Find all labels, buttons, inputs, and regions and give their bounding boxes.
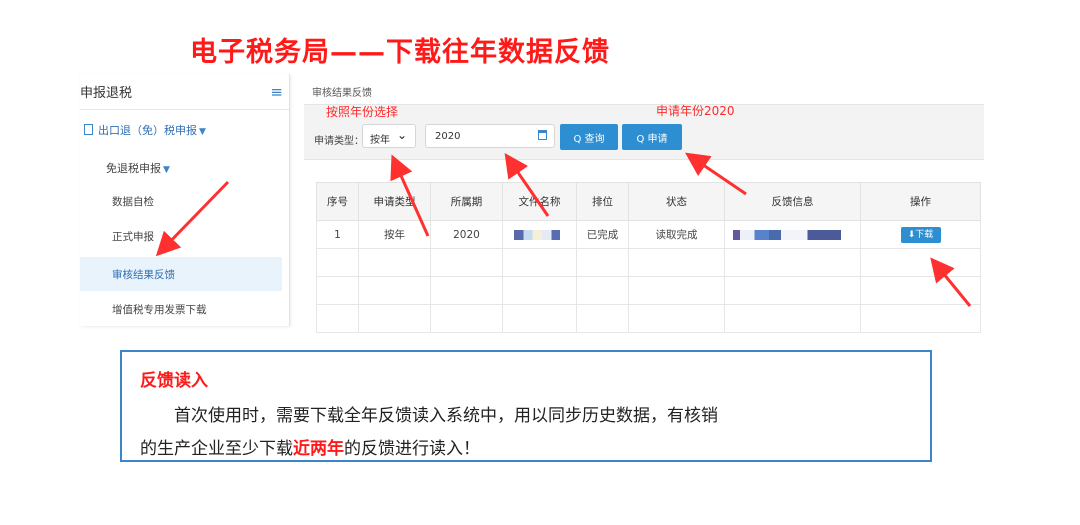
calendar-icon[interactable] — [538, 130, 547, 140]
year-value: 2020 — [435, 131, 461, 142]
info-box: 反馈读入 首次使用时，需要下载全年反馈读入系统中，用以同步历史数据，有核销 的生… — [120, 350, 932, 462]
cell-index: 1 — [316, 220, 359, 249]
sidebar-header: 申报退税 ≡ — [80, 74, 289, 110]
header-file-name: 文件名称 — [502, 182, 577, 221]
table-row: 1 按年 2020 已完成 读取完成 ⬇下载 — [316, 220, 981, 249]
caret-down-icon: ▼ — [163, 165, 170, 175]
menu-toggle-icon[interactable]: ≡ — [270, 83, 283, 101]
feedback-table: 序号 申请类型 所属期 文件名称 排位 状态 反馈信息 操作 1 按年 2020… — [316, 182, 981, 333]
slide-title: 电子税务局——下载往年数据反馈 — [190, 37, 610, 68]
sidebar-item-export-refund[interactable]: 出口退（免）税申报 ▼ — [84, 122, 206, 138]
info-title: 反馈读入 — [140, 371, 208, 391]
info-text-highlight: 近两年 — [293, 439, 344, 459]
header-index: 序号 — [316, 182, 359, 221]
table-header-row: 序号 申请类型 所属期 文件名称 排位 状态 反馈信息 操作 — [316, 182, 981, 221]
main-panel: 审核结果反馈 按照年份选择 申请类型： 按年 ⌄ 2020 Q 查询 Q 申请 … — [304, 76, 984, 336]
sidebar-item-exemption[interactable]: 免退税申报 ▼ — [106, 160, 170, 176]
cell-apply-type: 按年 — [358, 220, 431, 249]
header-action: 操作 — [860, 182, 981, 221]
header-feedback: 反馈信息 — [724, 182, 861, 221]
cell-feedback — [724, 220, 861, 249]
filter-bar: 按照年份选择 申请类型： 按年 ⌄ 2020 Q 查询 Q 申请 — [304, 104, 984, 160]
sidebar-item-label: 免退税申报 — [106, 162, 161, 175]
info-text-line-1: 首次使用时，需要下载全年反馈读入系统中，用以同步历史数据，有核销 — [174, 406, 718, 426]
sidebar: 申报退税 ≡ 出口退（免）税申报 ▼ 免退税申报 ▼ 数据自检 正式申报 审核结果反… — [80, 74, 290, 326]
header-period: 所属期 — [430, 182, 503, 221]
apply-type-value: 按年 — [370, 135, 390, 146]
download-button[interactable]: ⬇下载 — [900, 226, 941, 243]
cell-action: ⬇下载 — [860, 220, 981, 249]
redacted-file-name — [513, 229, 566, 240]
redacted-feedback — [732, 229, 853, 240]
info-text-suffix: 的反馈进行读入！ — [344, 439, 480, 459]
header-rank: 排位 — [576, 182, 629, 221]
query-button[interactable]: Q 查询 — [560, 124, 618, 150]
apply-type-label: 申请类型： — [314, 136, 364, 147]
sidebar-item-review-feedback[interactable]: 审核结果反馈 — [112, 267, 175, 282]
table-row — [316, 248, 981, 277]
annotation-select-year: 按照年份选择 — [326, 105, 399, 119]
sidebar-item-formal-declaration[interactable]: 正式申报 — [112, 229, 154, 244]
cell-file-name — [502, 220, 577, 249]
table-row — [316, 304, 981, 333]
apply-button[interactable]: Q 申请 — [622, 124, 682, 150]
sidebar-item-label: 出口退（免）税申报 — [98, 124, 197, 137]
breadcrumb: 审核结果反馈 — [312, 88, 372, 99]
info-text-prefix: 的生产企业至少下载 — [140, 439, 293, 459]
year-input[interactable]: 2020 — [425, 124, 555, 148]
header-status: 状态 — [628, 182, 725, 221]
cell-rank: 已完成 — [576, 220, 629, 249]
header-apply-type: 申请类型 — [358, 182, 431, 221]
cell-status: 读取完成 — [628, 220, 725, 249]
sidebar-header-title: 申报退税 — [80, 86, 133, 101]
annotation-apply-year: 申请年份2020 — [656, 104, 735, 118]
document-icon — [84, 124, 93, 135]
apply-type-select[interactable]: 按年 ⌄ — [362, 124, 416, 148]
sidebar-item-self-check[interactable]: 数据自检 — [112, 194, 154, 209]
cell-period: 2020 — [430, 220, 503, 249]
info-text-line-2: 的生产企业至少下载近两年的反馈进行读入！ — [140, 434, 912, 459]
sidebar-item-vat-invoice-download[interactable]: 增值税专用发票下载 — [112, 302, 207, 317]
chevron-down-icon: ⌄ — [396, 128, 407, 142]
sidebar-active-highlight — [80, 257, 282, 291]
caret-down-icon: ▼ — [199, 127, 206, 137]
table-row — [316, 276, 981, 305]
